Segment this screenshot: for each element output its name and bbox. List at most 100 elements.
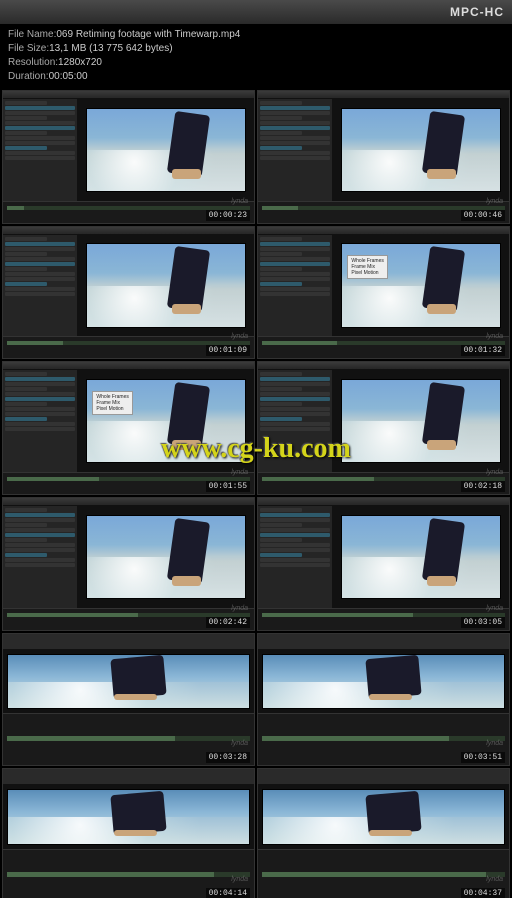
panel-row: [260, 151, 330, 155]
panel-row: [5, 412, 75, 416]
thumbnail[interactable]: Whole Frames Frame Mix Pixel Motion 00:01…: [2, 361, 255, 495]
preview-pane: [258, 785, 509, 849]
panel-row: [260, 101, 302, 105]
thumb-body: [258, 370, 509, 472]
panel-row: [5, 528, 75, 532]
panel-row: [5, 267, 47, 271]
panel-row: [5, 146, 47, 150]
surfer-foot: [427, 304, 455, 314]
thumbnail[interactable]: 00:03:51lynda: [257, 633, 510, 767]
panel-row: [5, 382, 75, 386]
thumbnail[interactable]: 00:03:05lynda: [257, 497, 510, 631]
video-frame: [341, 108, 500, 192]
surfer-foot: [172, 576, 200, 586]
timeline-progress: [262, 206, 298, 210]
panel-row: [260, 237, 302, 241]
thumb-toolbar: [258, 769, 509, 785]
timeline-track[interactable]: [7, 872, 250, 877]
source-watermark: lynda: [231, 333, 248, 340]
thumb-body: [258, 650, 509, 714]
panel-row: [5, 247, 75, 251]
resolution-label: Resolution:: [8, 56, 58, 70]
timeline-panel: 00:00:46: [258, 201, 509, 223]
thumbnail[interactable]: 00:03:28lynda: [2, 633, 255, 767]
thumb-body: [3, 235, 254, 337]
panel-row: [260, 518, 330, 522]
surfer-foot: [114, 694, 157, 700]
effects-panel: [258, 506, 333, 608]
preview-pane: [258, 650, 509, 714]
effects-panel: [258, 235, 333, 337]
water-foam: [87, 286, 244, 327]
panel-row: [5, 397, 75, 401]
thumb-toolbar: [258, 362, 509, 370]
preview-pane: [333, 99, 509, 201]
timeline-panel: 00:01:32: [258, 336, 509, 358]
thumbnail[interactable]: 00:00:23lynda: [2, 90, 255, 224]
timeline-track[interactable]: [262, 872, 505, 877]
panel-row: [5, 538, 47, 542]
thumb-body: [258, 785, 509, 849]
thumbnail[interactable]: 00:02:42lynda: [2, 497, 255, 631]
water-foam: [342, 286, 499, 327]
timecode: 00:01:55: [206, 481, 250, 492]
context-menu[interactable]: Whole Frames Frame Mix Pixel Motion: [347, 255, 388, 279]
timeline-panel: 00:03:28: [3, 713, 254, 765]
panel-row: [260, 257, 330, 261]
panel-row: [260, 242, 330, 246]
thumbnail[interactable]: 00:01:09lynda: [2, 226, 255, 360]
panel-row: [260, 126, 330, 130]
surfer-foot: [427, 169, 455, 179]
timecode: 00:00:46: [461, 210, 505, 221]
effects-panel: [3, 235, 78, 337]
timecode: 00:02:18: [461, 481, 505, 492]
panel-row: [5, 402, 47, 406]
panel-row: [260, 131, 302, 135]
thumbnail[interactable]: 00:02:18 lynda: [257, 361, 510, 495]
surfer-foot: [172, 304, 200, 314]
surfer-foot: [369, 694, 412, 700]
source-watermark: lynda: [486, 469, 503, 476]
panel-row: [260, 382, 330, 386]
source-watermark: lynda: [486, 605, 503, 612]
thumb-body: Whole Frames Frame Mix Pixel Motion: [258, 235, 509, 337]
thumb-toolbar: [3, 498, 254, 506]
duration-value: 00:05:00: [49, 70, 88, 84]
panel-row: [5, 106, 75, 110]
timeline-track[interactable]: [7, 736, 250, 741]
thumbnail[interactable]: 00:00:46 lynda: [257, 90, 510, 224]
panel-row: [260, 392, 330, 396]
panel-row: [260, 412, 330, 416]
thumb-body: [3, 99, 254, 201]
panel-row: [5, 262, 75, 266]
panel-row: [5, 417, 47, 421]
video-frame: [86, 243, 245, 327]
source-watermark: lynda: [486, 198, 503, 205]
effects-panel: [258, 370, 333, 472]
timeline-panel: 00:02:42: [3, 608, 254, 630]
timeline-panel: 00:01:55: [3, 472, 254, 494]
effects-panel: [258, 99, 333, 201]
panel-row: [260, 277, 330, 281]
panel-row: [5, 292, 75, 296]
timeline-panel: 00:04:37: [258, 849, 509, 898]
water-foam: [87, 150, 244, 191]
timeline-track[interactable]: [262, 736, 505, 741]
thumbnail[interactable]: 00:04:37lynda: [257, 768, 510, 898]
file-size-value: 13,1 MB (13 775 642 bytes): [49, 42, 172, 56]
panel-row: [260, 407, 330, 411]
thumbnail[interactable]: Whole Frames Frame Mix Pixel Motion 00:01…: [257, 226, 510, 360]
thumb-body: [3, 506, 254, 608]
thumb-toolbar: [258, 91, 509, 99]
context-menu[interactable]: Whole Frames Frame Mix Pixel Motion: [92, 391, 133, 415]
timecode: 00:04:14: [206, 888, 250, 898]
panel-row: [260, 282, 302, 286]
panel-row: [260, 427, 330, 431]
panel-row: [260, 422, 330, 426]
video-frame: [341, 515, 500, 599]
thumbnail[interactable]: 00:04:14lynda: [2, 768, 255, 898]
panel-row: [260, 116, 302, 120]
video-frame: [86, 515, 245, 599]
source-watermark: lynda: [231, 469, 248, 476]
timeline-progress: [262, 477, 374, 481]
